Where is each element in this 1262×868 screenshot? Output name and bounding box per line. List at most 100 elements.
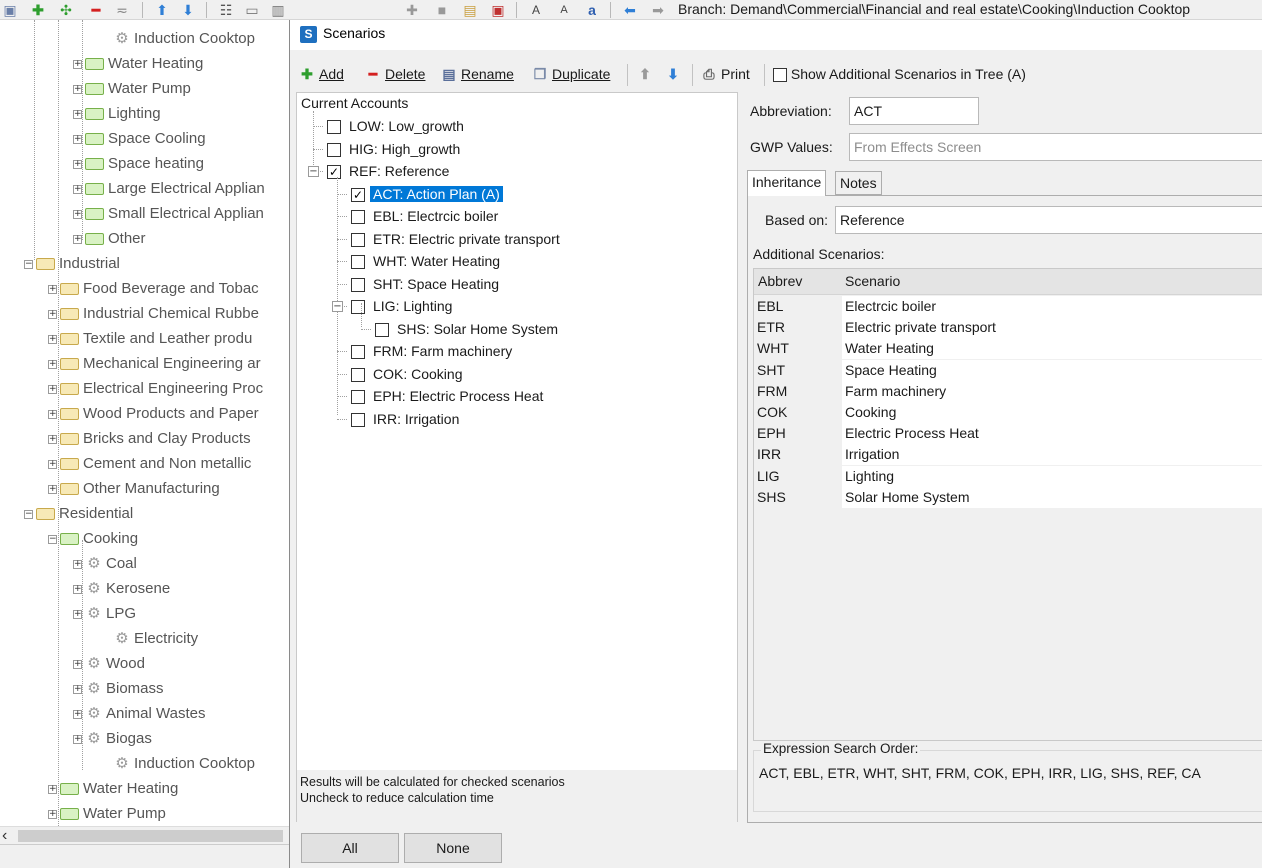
expand-icon[interactable]: +: [48, 384, 57, 394]
tree-item[interactable]: + Mechanical Engineering ar: [48, 351, 261, 376]
expand-icon[interactable]: +: [48, 459, 57, 469]
expand-icon[interactable]: +: [73, 559, 82, 569]
expand-icon[interactable]: +: [48, 784, 57, 794]
scrollbar-thumb[interactable]: [18, 830, 283, 842]
scenario-item[interactable]: IRR: Irrigation: [351, 408, 462, 430]
paste-icon[interactable]: ▤: [462, 2, 478, 18]
properties-icon[interactable]: ▣: [2, 2, 18, 18]
duplicate-button[interactable]: ❐ Duplicate: [531, 63, 611, 85]
outdent-icon[interactable]: ≂: [114, 2, 130, 18]
expand-icon[interactable]: +: [73, 184, 82, 194]
tree-item[interactable]: + Textile and Leather produ: [48, 326, 252, 351]
tree-item[interactable]: + ⚙ Wood: [73, 651, 145, 676]
column-header-scenario[interactable]: Scenario: [845, 273, 900, 289]
add-button[interactable]: ✚ Add: [298, 63, 344, 85]
scenario-checkbox[interactable]: [351, 300, 365, 315]
scenario-item[interactable]: HIG: High_growth: [327, 138, 463, 160]
based-on-select[interactable]: Reference: [835, 206, 1262, 234]
scenario-item[interactable]: SHS: Solar Home System: [375, 318, 561, 340]
tree-item[interactable]: + Water Heating: [73, 51, 203, 76]
font-icon[interactable]: a: [584, 2, 600, 18]
font-shrink-icon[interactable]: A: [556, 2, 572, 18]
tree-item[interactable]: + Lighting: [73, 101, 161, 126]
scenario-checkbox[interactable]: [351, 367, 365, 382]
show-additional-toggle[interactable]: Show Additional Scenarios in Tree (A): [773, 63, 1026, 85]
scenario-checkbox[interactable]: ✓: [351, 187, 365, 202]
table-row[interactable]: EBL Electrcic boiler: [754, 296, 1262, 317]
tree-item[interactable]: ⚙ Electricity: [101, 626, 198, 651]
scenario-checkbox[interactable]: ✓: [327, 165, 341, 180]
tree-item[interactable]: + ⚙ Biogas: [73, 726, 152, 751]
expand-icon[interactable]: +: [73, 109, 82, 119]
move-up-button[interactable]: ⬆: [636, 63, 657, 85]
expand-icon[interactable]: +: [48, 809, 57, 819]
table-row[interactable]: WHT Water Heating: [754, 338, 1262, 360]
expand-icon[interactable]: +: [73, 84, 82, 94]
tree-item[interactable]: + Other Manufacturing: [48, 476, 220, 501]
expand-icon[interactable]: +: [48, 284, 57, 294]
tree-item[interactable]: + Water Pump: [48, 801, 166, 826]
expand-icon[interactable]: +: [48, 484, 57, 494]
scenario-item[interactable]: ETR: Electric private transport: [351, 228, 563, 250]
collapse-icon[interactable]: −: [308, 166, 319, 177]
show-additional-checkbox[interactable]: [773, 68, 787, 83]
expand-icon[interactable]: +: [73, 584, 82, 594]
folder-icon[interactable]: ▭: [244, 2, 260, 18]
scenario-checkbox[interactable]: [351, 277, 365, 292]
tree-icon[interactable]: ☷: [218, 2, 234, 18]
scroll-left-icon[interactable]: ‹: [2, 827, 7, 845]
scenario-checkbox[interactable]: [351, 412, 365, 427]
back-icon[interactable]: ⬅: [622, 2, 638, 18]
scenario-item[interactable]: COK: Cooking: [351, 363, 465, 385]
tree-item[interactable]: ⚙ Induction Cooktop: [101, 751, 255, 776]
move-up-icon[interactable]: ⬆: [154, 2, 170, 18]
tree-item[interactable]: − Cooking: [48, 526, 138, 551]
expand-icon[interactable]: +: [73, 59, 82, 69]
scenario-item[interactable]: ✓ ACT: Action Plan (A): [351, 183, 503, 205]
scenario-checkbox[interactable]: [351, 390, 365, 405]
table-row[interactable]: SHT Space Heating: [754, 359, 1262, 381]
expand-icon[interactable]: +: [73, 684, 82, 694]
expand-icon[interactable]: +: [48, 309, 57, 319]
expand-icon[interactable]: +: [48, 359, 57, 369]
delete-icon[interactable]: ━: [88, 2, 104, 18]
scenario-item[interactable]: EBL: Electrcic boiler: [351, 205, 501, 227]
table-row[interactable]: EPH Electric Process Heat: [754, 423, 1262, 445]
clear-icon[interactable]: ▣: [490, 2, 506, 18]
expand-icon[interactable]: +: [73, 734, 82, 744]
tree-item[interactable]: + Cement and Non metallic: [48, 451, 251, 476]
abbreviation-field[interactable]: ACT: [849, 97, 979, 125]
tree-item[interactable]: + Electrical Engineering Proc: [48, 376, 263, 401]
tree-item[interactable]: + Small Electrical Applian: [73, 201, 264, 226]
table-row[interactable]: FRM Farm machinery: [754, 380, 1262, 402]
move-down-icon[interactable]: ⬇: [180, 2, 196, 18]
tree-item[interactable]: + Water Heating: [48, 776, 178, 801]
tree-item[interactable]: + Bricks and Clay Products: [48, 426, 251, 451]
expand-icon[interactable]: +: [73, 209, 82, 219]
column-header-abbrev[interactable]: Abbrev: [758, 273, 802, 289]
tree-item[interactable]: + Space Cooling: [73, 126, 206, 151]
tab-inheritance[interactable]: Inheritance: [747, 170, 827, 196]
all-button[interactable]: All: [301, 833, 399, 863]
table-row[interactable]: COK Cooking: [754, 402, 1262, 423]
tree-item[interactable]: − Residential: [24, 501, 133, 526]
table-row[interactable]: IRR Irrigation: [754, 444, 1262, 466]
expand-icon[interactable]: +: [73, 159, 82, 169]
scenario-item[interactable]: EPH: Electric Process Heat: [351, 385, 546, 407]
tab-notes[interactable]: Notes: [835, 171, 882, 195]
tree-item[interactable]: + ⚙ Animal Wastes: [73, 701, 205, 726]
scenario-item[interactable]: ✓ REF: Reference: [327, 160, 452, 182]
expand-icon[interactable]: +: [48, 409, 57, 419]
delete-button[interactable]: ━ Delete: [364, 63, 426, 85]
branch-tree[interactable]: ⚙ Induction Cooktop + Water Heating + Water P…: [0, 20, 290, 826]
scenario-item[interactable]: LOW: Low_growth: [327, 115, 467, 137]
expand-icon[interactable]: +: [73, 609, 82, 619]
scenario-item[interactable]: SHT: Space Heating: [351, 273, 502, 295]
print-button[interactable]: ⎙ Print: [700, 63, 749, 85]
collapse-icon[interactable]: −: [24, 509, 33, 519]
rename-button[interactable]: ▤ Rename: [440, 63, 514, 85]
scenario-checkbox[interactable]: [351, 345, 365, 360]
expand-icon[interactable]: +: [73, 659, 82, 669]
tree-root-current-accounts[interactable]: Current Accounts: [301, 95, 408, 111]
tree-item[interactable]: − Industrial: [24, 251, 120, 276]
